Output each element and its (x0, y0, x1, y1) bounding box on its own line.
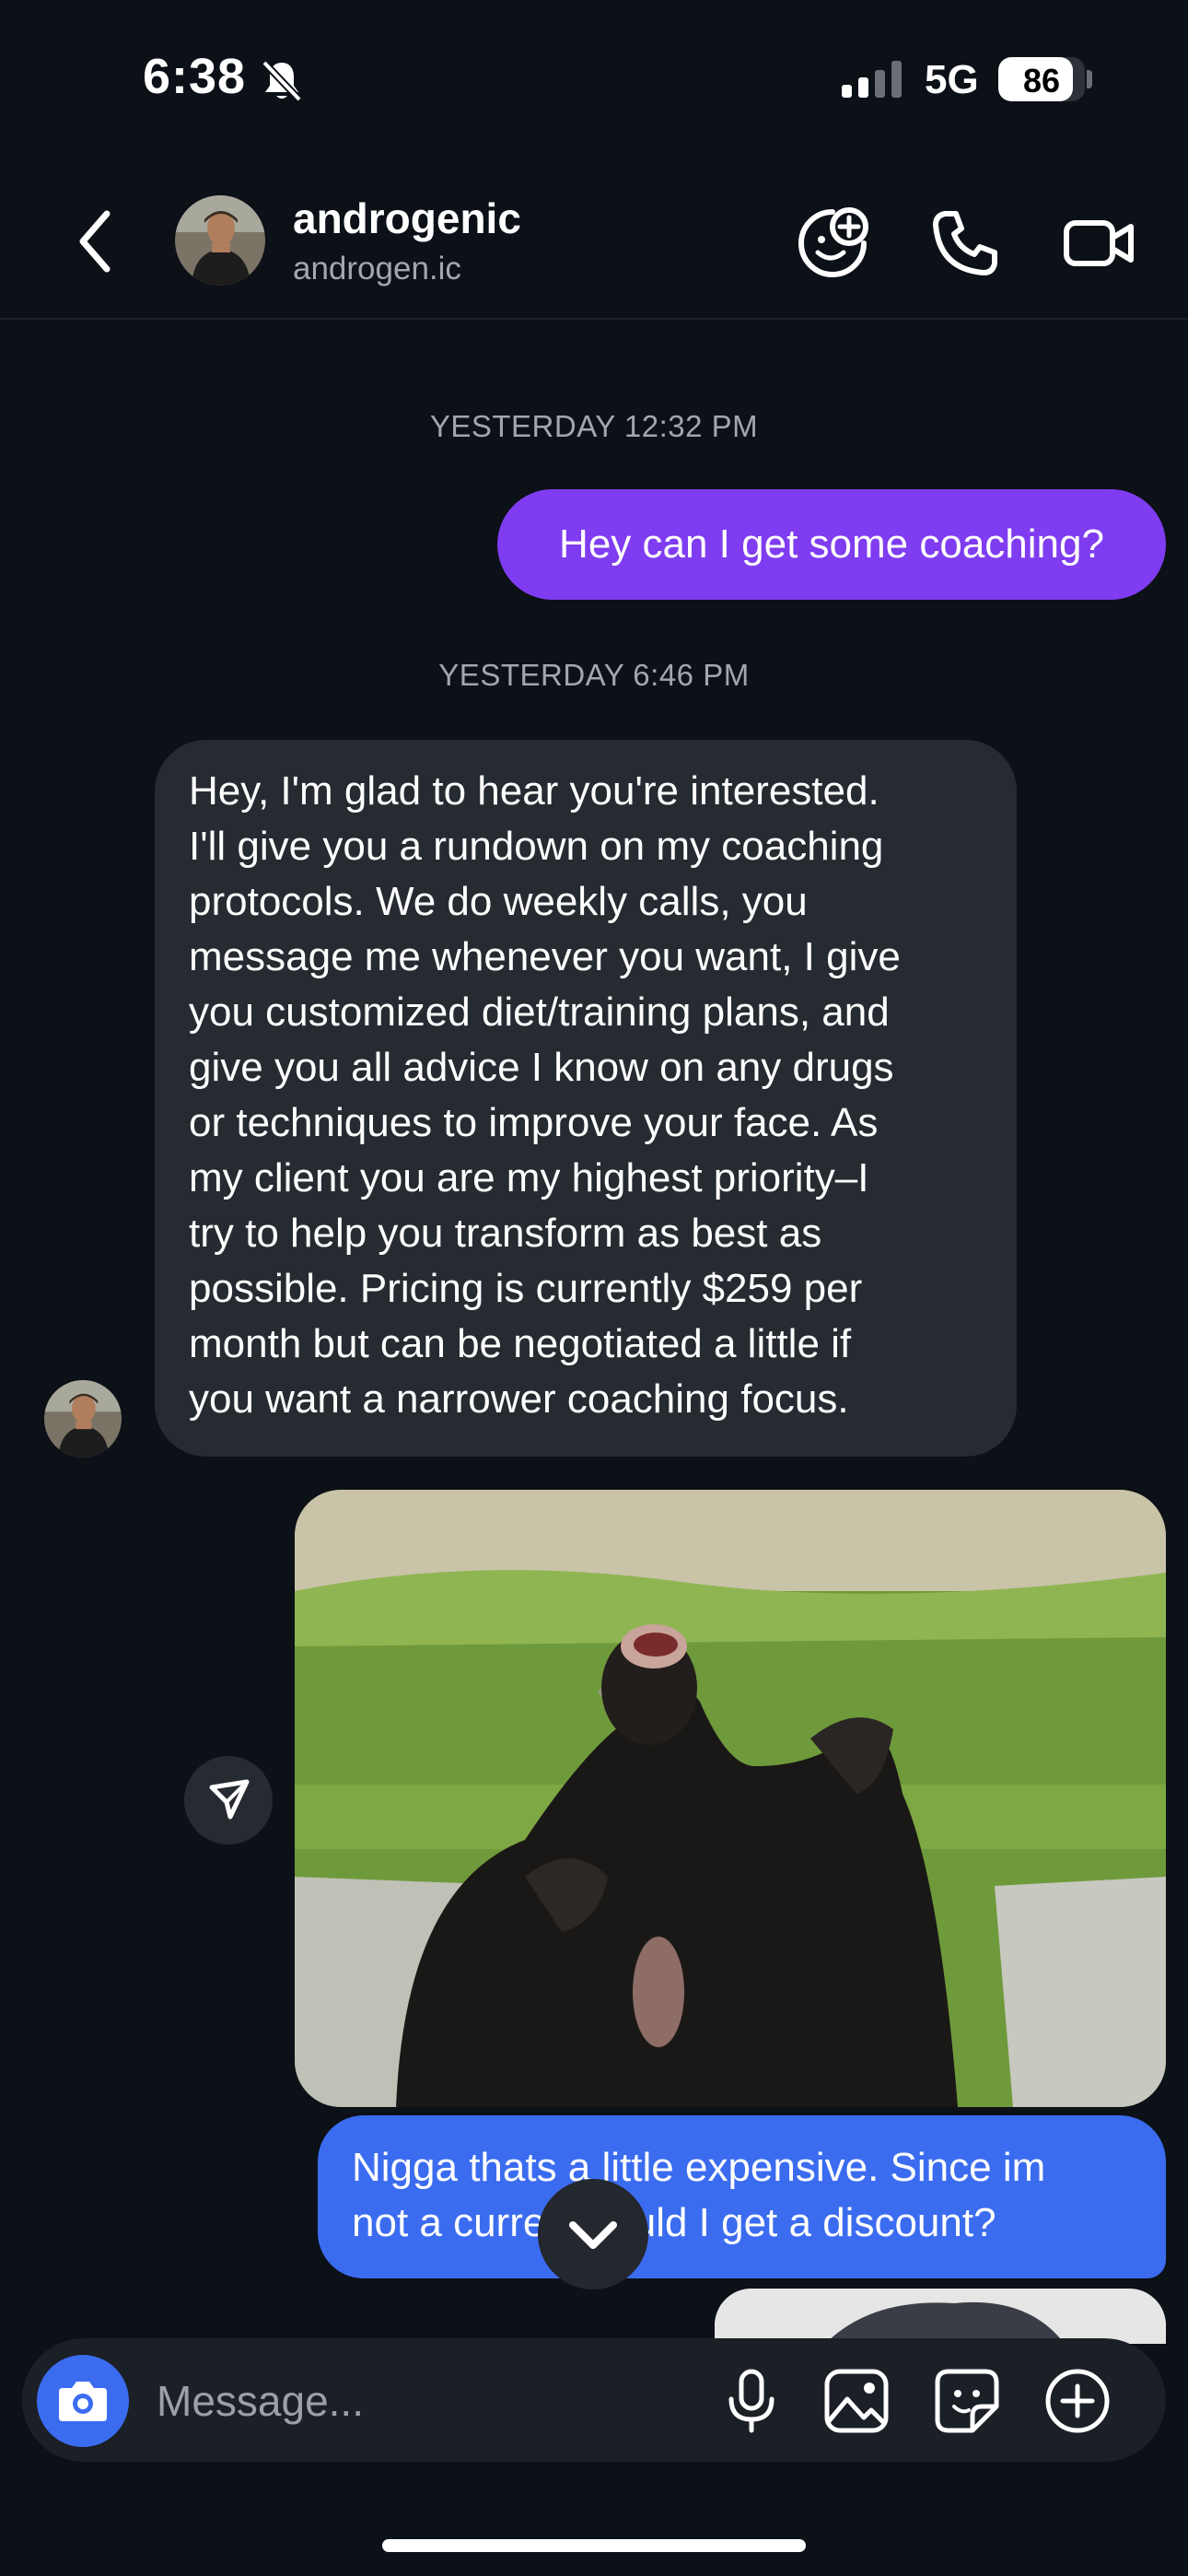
scroll-to-bottom-button[interactable] (538, 2179, 648, 2289)
share-button[interactable] (184, 1756, 273, 1844)
battery-indicator: 86 (998, 57, 1085, 101)
phone-icon[interactable] (926, 205, 1004, 282)
network-type: 5G (925, 57, 979, 102)
sent-photo[interactable] (295, 1490, 1166, 2107)
battery-level: 86 (1022, 62, 1061, 100)
timestamp: YESTERDAY 12:32 PM (429, 409, 759, 443)
video-camera-icon[interactable] (1061, 205, 1138, 282)
battery-tip (1087, 70, 1092, 88)
avatar[interactable] (175, 195, 265, 286)
contact-name[interactable]: androgenic (293, 193, 521, 243)
microphone-icon[interactable] (715, 2364, 788, 2438)
sent-message-bubble[interactable]: Hey can I get some coaching? (497, 489, 1166, 600)
message-input[interactable] (155, 2368, 674, 2434)
gallery-icon[interactable] (820, 2364, 893, 2438)
plus-icon[interactable] (1041, 2364, 1114, 2438)
sent-message-text: Nigga thats a little expensive. Since im… (352, 2145, 1046, 2245)
sticker-icon[interactable] (930, 2364, 1004, 2438)
bell-slash-icon (258, 57, 306, 105)
back-chevron-icon[interactable] (72, 205, 118, 278)
cellular-signal-icon (842, 61, 903, 98)
status-time: 6:38 (143, 49, 247, 104)
sender-avatar[interactable] (44, 1380, 122, 1458)
sent-photo[interactable] (715, 2289, 1166, 2344)
sent-message-bubble[interactable]: Nigga thats a little expensive. Since im… (318, 2115, 1166, 2278)
timestamp: YESTERDAY 6:46 PM (438, 658, 750, 692)
camera-icon[interactable] (37, 2355, 129, 2447)
home-indicator[interactable] (382, 2539, 806, 2552)
sticker-add-icon[interactable] (794, 205, 871, 282)
contact-handle[interactable]: androgen.ic (293, 251, 461, 287)
received-message-text: Hey, I'm glad to hear you're interested.… (189, 768, 901, 1422)
received-message-bubble[interactable]: Hey, I'm glad to hear you're interested.… (155, 740, 1017, 1457)
